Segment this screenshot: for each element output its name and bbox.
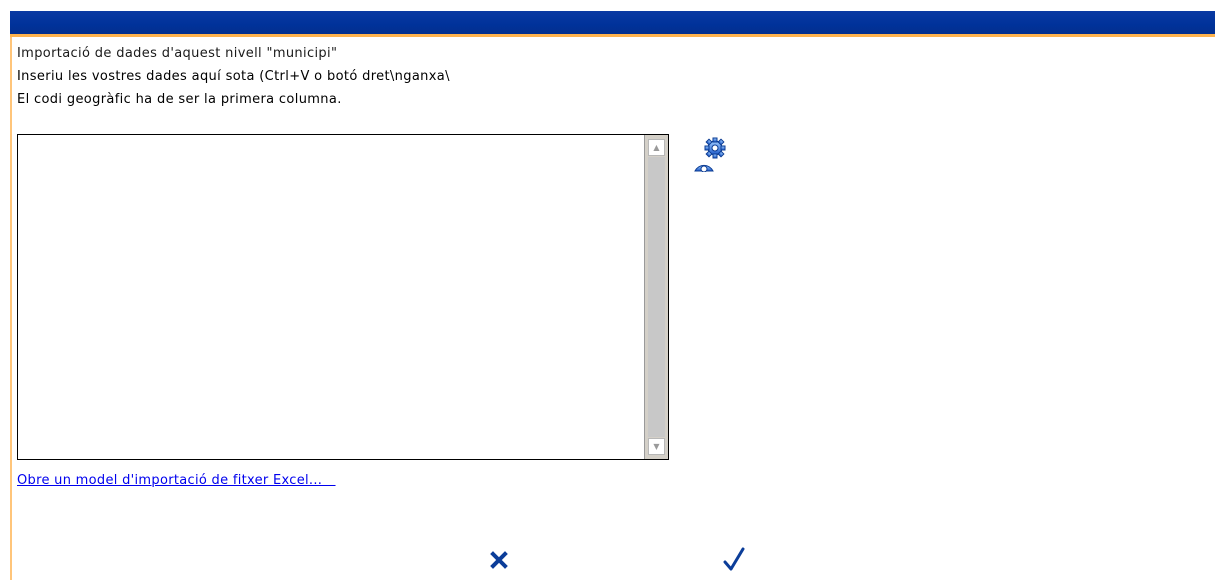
confirm-button[interactable] xyxy=(719,544,749,576)
cancel-button[interactable] xyxy=(484,544,514,576)
paste-instructions: Inseriu les vostres dades aquí sota (Ctr… xyxy=(17,69,450,84)
dialog-left-border xyxy=(10,37,12,580)
close-x-icon xyxy=(490,551,508,569)
import-level-label: Importació de dades d'aquest nivell "mun… xyxy=(17,46,338,61)
title-bar[interactable] xyxy=(10,11,1215,34)
data-input[interactable] xyxy=(18,135,644,459)
scroll-down-button[interactable]: ▼ xyxy=(648,438,665,455)
scroll-track[interactable] xyxy=(648,157,665,437)
vertical-scrollbar[interactable]: ▲ ▼ xyxy=(644,135,668,459)
accent-rule xyxy=(10,34,1215,37)
scroll-down-arrow-icon: ▼ xyxy=(653,441,660,451)
gear-settings-icon xyxy=(694,137,726,173)
settings-button[interactable] xyxy=(691,136,731,173)
scroll-up-button[interactable]: ▲ xyxy=(648,139,665,156)
open-excel-template-link[interactable]: Obre un model d'importació de fitxer Exc… xyxy=(17,473,336,488)
geo-code-note: El codi geogràfic ha de ser la primera c… xyxy=(17,92,342,107)
checkmark-icon xyxy=(723,547,745,571)
data-input-area: ▲ ▼ xyxy=(17,134,669,460)
scroll-up-arrow-icon: ▲ xyxy=(653,142,660,152)
